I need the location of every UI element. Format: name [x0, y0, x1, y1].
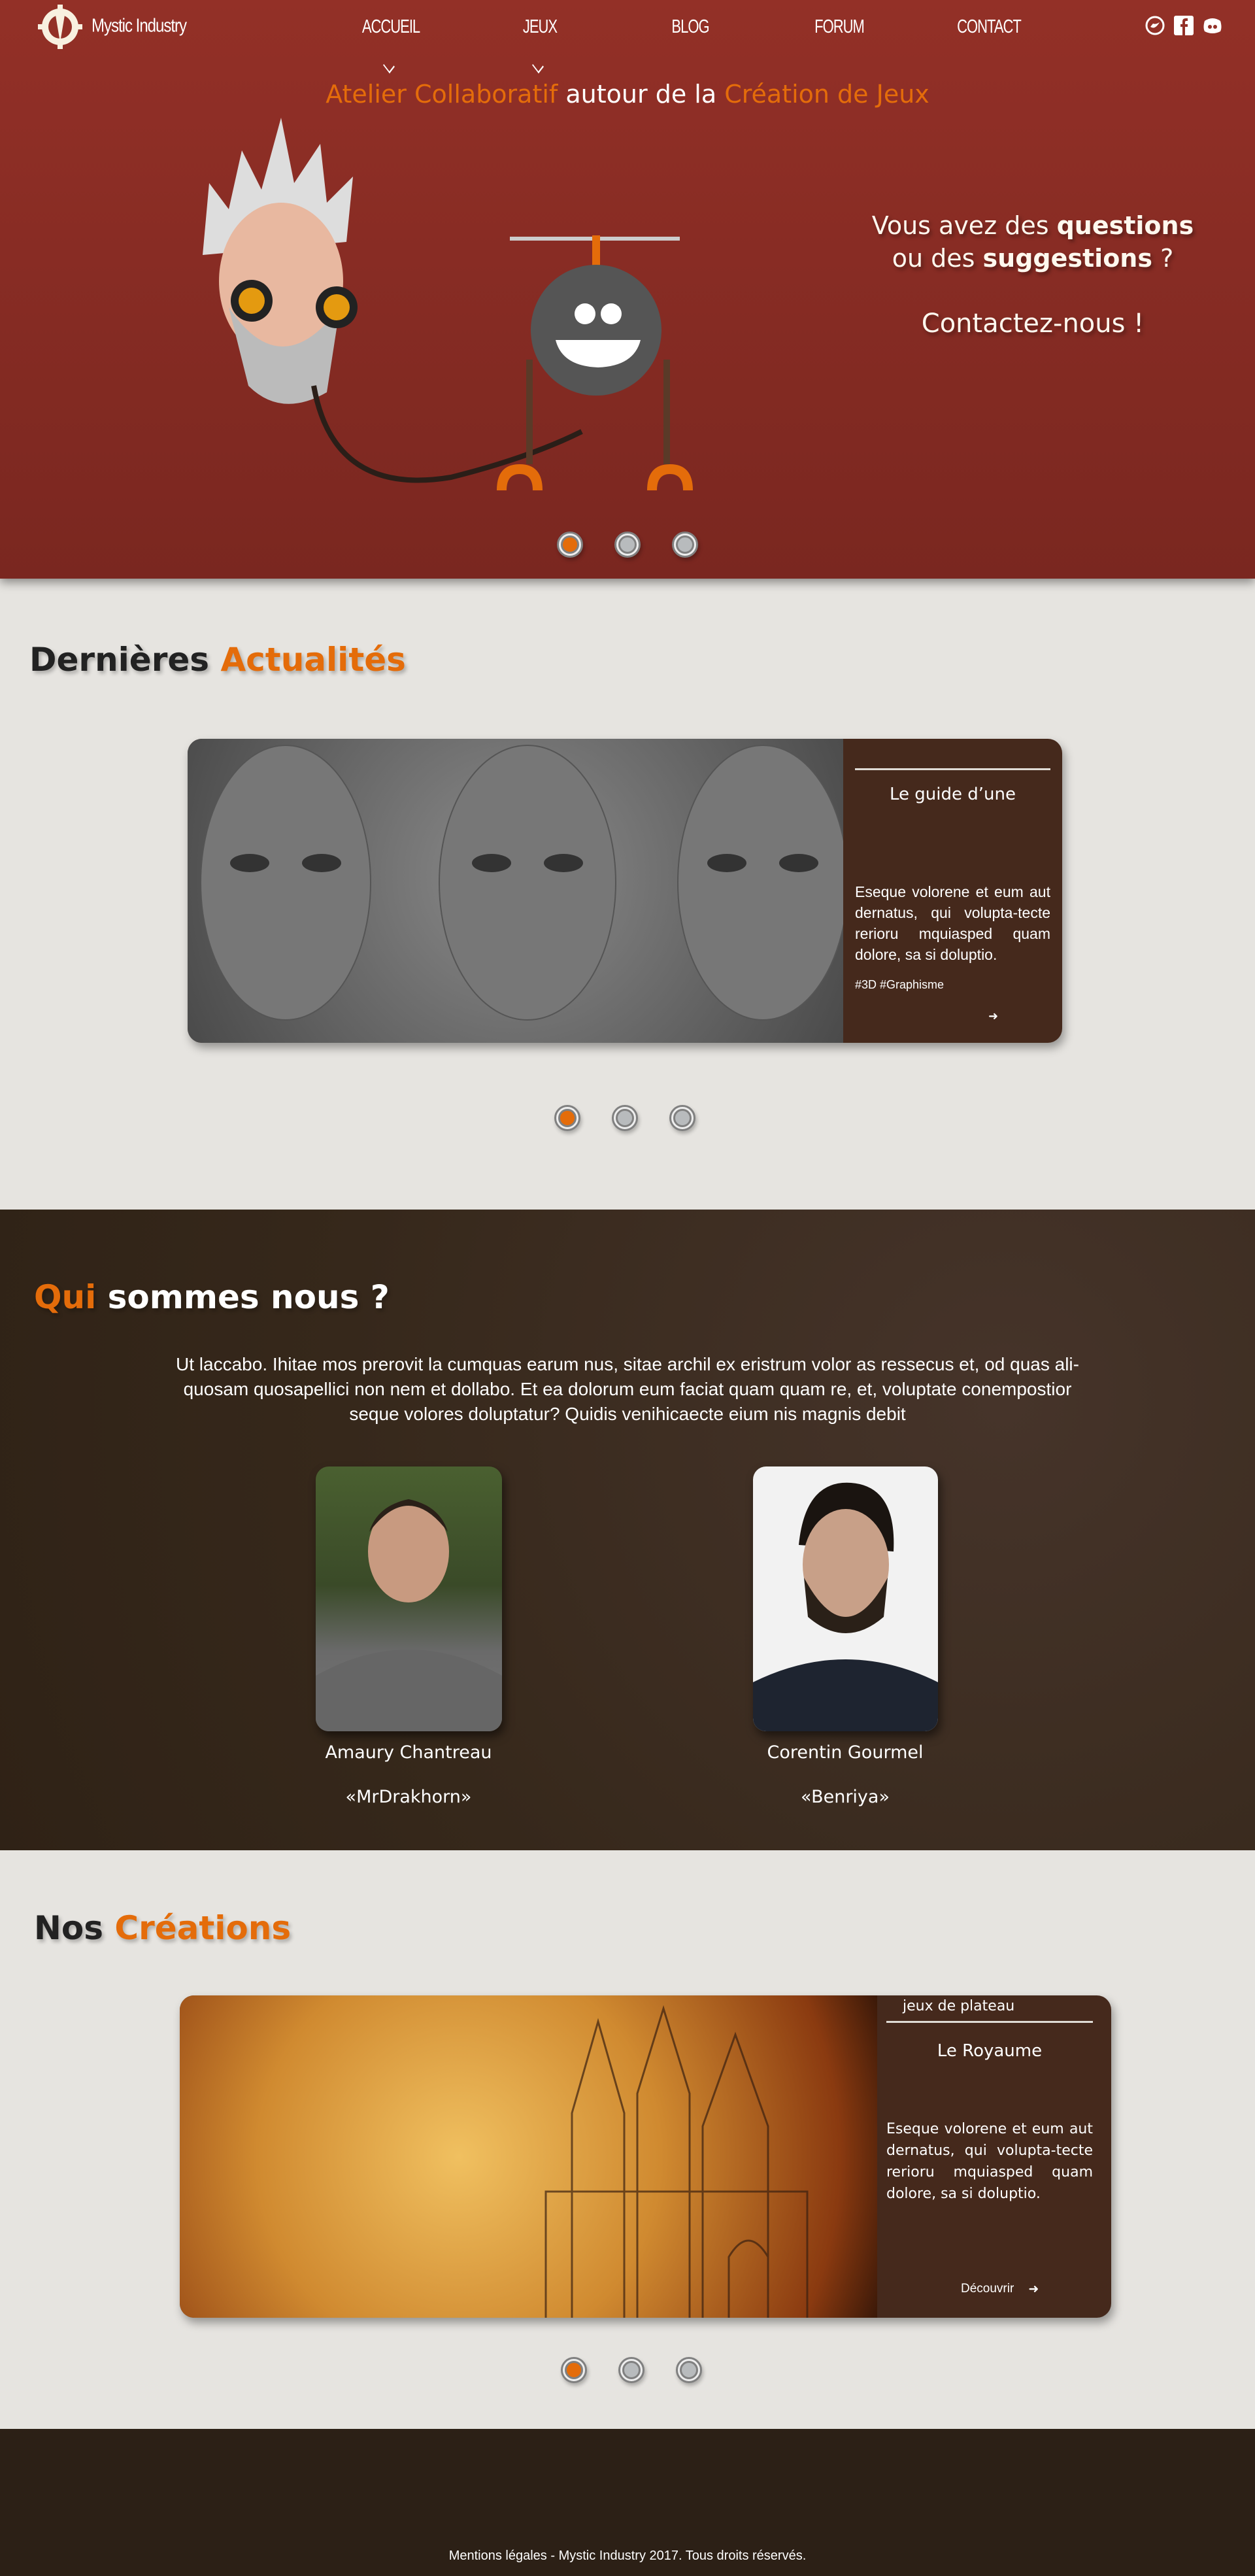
news-card-text: Eseque volorene et eum aut dernatus, qui… — [855, 883, 1050, 963]
creations-section: Nos Créations jeux de plateau Le Royaume… — [0, 1850, 1255, 2429]
social-links — [1145, 16, 1222, 35]
member-name: Amaury Chantreau — [325, 1742, 492, 1763]
news-image — [188, 739, 848, 1043]
nav-forum[interactable]: Forum — [800, 16, 878, 38]
news-section: Dernières Actualités Le guide d’une Eseq… — [0, 579, 1255, 1210]
nav-blog[interactable]: Blog — [651, 16, 729, 38]
contact-link[interactable]: Contactez-nous ! — [843, 307, 1222, 340]
member-handle: «Benriya» — [801, 1787, 890, 1807]
carousel-dot[interactable] — [554, 1105, 580, 1131]
member-photo — [753, 1466, 938, 1731]
carousel-dot[interactable] — [672, 532, 698, 558]
nav-contact[interactable]: Contact — [950, 16, 1028, 38]
creation-card-panel: jeux de plateau Le Royaume Eseque volore… — [877, 1995, 1111, 2318]
news-carousel-dots — [554, 1105, 695, 1131]
about-section: Qui sommes nous ? Ut laccabo. Ihitae mos… — [0, 1210, 1255, 1850]
facebook-icon[interactable] — [1174, 16, 1194, 35]
section-title: Qui sommes nous ? — [34, 1278, 390, 1316]
3d-heads-image — [200, 745, 848, 1021]
carousel-dot[interactable] — [612, 1105, 638, 1131]
castle-image — [544, 2005, 809, 2318]
hero-tagline: Atelier Collaboratif autour de la Créati… — [326, 80, 929, 109]
nav-jeux[interactable]: Jeux — [501, 16, 579, 74]
gear-logo-icon — [38, 5, 82, 49]
carousel-dot[interactable] — [618, 2357, 644, 2383]
carousel-dot[interactable] — [557, 532, 583, 558]
chevron-down-icon — [532, 58, 544, 74]
footer-text[interactable]: Mentions légales - Mystic Industry 2017.… — [0, 2549, 1255, 2564]
carousel-dot[interactable] — [669, 1105, 695, 1131]
creation-card[interactable]: jeux de plateau Le Royaume Eseque volore… — [180, 1995, 1111, 2318]
section-title: Nos Créations — [34, 1909, 292, 1947]
arrow-right-icon[interactable]: ➜ — [988, 1009, 998, 1023]
creation-text: Eseque volorene et eum aut dernatus, qui… — [886, 2121, 1093, 2202]
discover-button[interactable]: Découvrir ➜ — [961, 2282, 1039, 2297]
brand-name[interactable]: Mystic Industry — [92, 15, 187, 37]
hero-illustration — [203, 118, 693, 490]
about-text: Ut laccabo. Ihitae mos prerovit la cumqu… — [176, 1354, 1079, 1424]
member-handle: «MrDrakhorn» — [345, 1787, 472, 1807]
hero-carousel-dots — [557, 532, 698, 558]
nav-accueil[interactable]: Accueil — [352, 16, 430, 74]
hero-banner: Mystic Industry Accueil Jeux Blog Forum … — [0, 0, 1255, 579]
twitter-icon[interactable] — [1145, 16, 1165, 35]
carousel-dot[interactable] — [561, 2357, 587, 2383]
member-name: Corentin Gourmel — [767, 1742, 924, 1763]
arrow-right-icon: ➜ — [1028, 2282, 1039, 2296]
carousel-dot[interactable] — [676, 2357, 702, 2383]
news-card-tags[interactable]: #3D #Graphisme — [855, 978, 1050, 992]
section-title: Dernières Actualités — [29, 641, 406, 679]
discord-icon[interactable] — [1203, 16, 1222, 35]
news-card-panel: Le guide d’une Eseque volorene et eum au… — [843, 739, 1062, 1043]
carousel-dot[interactable] — [614, 532, 641, 558]
logo[interactable] — [34, 3, 86, 50]
footer: Mentions légales - Mystic Industry 2017.… — [0, 2429, 1255, 2576]
creation-category: jeux de plateau — [903, 1998, 1015, 2014]
creation-title: Le Royaume — [937, 2041, 1043, 2061]
news-card-title: Le guide d’une — [890, 785, 1016, 804]
member-photo — [316, 1466, 502, 1731]
chevron-down-icon — [383, 58, 395, 74]
creation-image — [180, 1995, 877, 2318]
news-card[interactable]: Le guide d’une Eseque volorene et eum au… — [188, 739, 1062, 1043]
contact-callout: Vous avez des questions ou des suggestio… — [843, 209, 1222, 340]
creations-carousel-dots — [561, 2357, 702, 2383]
